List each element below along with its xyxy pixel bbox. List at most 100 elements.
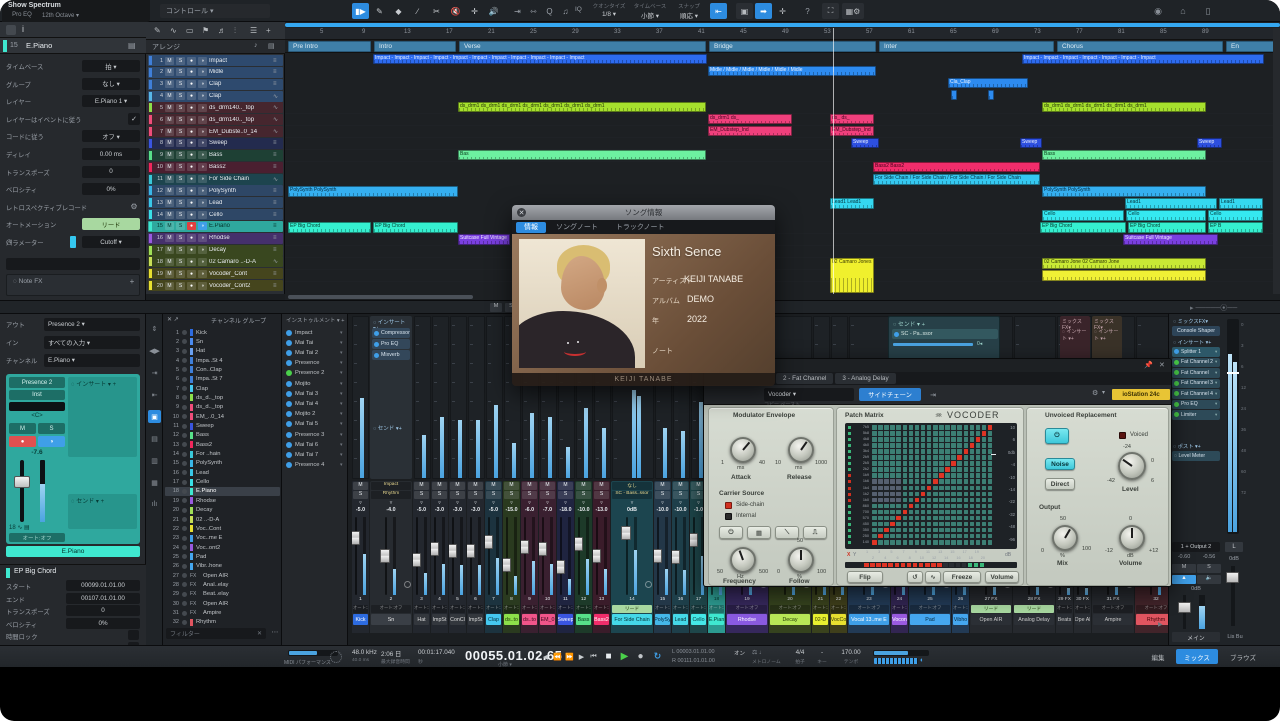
home-icon[interactable]: ⌂ [1175,3,1191,19]
strip-auto-mode[interactable]: オート:オフ [831,605,846,613]
track-row[interactable]: 14MS●◑Cello≡ [148,209,283,220]
channel-list-row[interactable]: 7Clap [165,384,280,393]
strip-pan[interactable]: ▿ [611,500,653,506]
dialog-close-icon[interactable]: ✕ [517,208,526,217]
matrix-cell[interactable] [927,492,932,497]
instrument-power-icon[interactable] [286,370,292,376]
audio-clip[interactable]: Cello [1126,210,1206,221]
matrix-cell[interactable] [884,461,889,466]
record-arm-button[interactable]: ● [187,163,196,171]
strip-auto-mode[interactable]: オート:オフ [432,605,447,613]
matrix-cell[interactable] [878,443,883,448]
plugin-power-icon[interactable] [1174,349,1179,354]
audio-clip[interactable]: EP Big Chord [373,222,458,233]
matrix-cell[interactable] [915,516,920,521]
audio-clip[interactable]: Cla_Clap [948,78,1028,89]
matrix-cell[interactable] [878,425,883,430]
dialog-titlebar[interactable]: ✕ ソング情報 [512,205,775,220]
solo-button[interactable]: S [176,211,185,219]
audio-clip[interactable]: Impact - Impact - Impact - Impact - Impa… [1022,54,1264,65]
channel-list-row[interactable]: 4Impa..St 4 [165,356,280,365]
fader-handle[interactable] [467,544,475,558]
key-value[interactable]: - [815,649,829,657]
matrix-cell[interactable] [878,431,883,436]
matrix-cell[interactable] [872,534,877,539]
strip-pan[interactable]: ▿ [539,500,556,506]
matrix-cell[interactable] [945,492,950,497]
record-arm-button[interactable]: ● [187,92,196,100]
monitor-button[interactable]: ◑ [198,187,207,195]
strip-name-tag[interactable]: Clap [486,614,501,625]
matrix-cell[interactable] [939,486,944,491]
mute-button[interactable]: M [165,222,174,230]
fader-handle[interactable] [503,558,511,572]
event-row-value[interactable]: 00107.01.01.00 [66,593,140,604]
env-noise-button[interactable]: ▦ [747,526,771,539]
clock-icon[interactable]: ◷ [6,238,12,247]
loop-on-label[interactable]: オン [734,649,750,657]
matrix-cell[interactable] [915,528,920,533]
monitor-button[interactable]: ◑ [198,282,207,290]
matrix-cell[interactable] [872,522,877,527]
matrix-cell[interactable] [884,479,889,484]
strip-solo-button[interactable]: S [414,491,429,499]
strip-name-tag[interactable]: Sweep [558,614,573,625]
matrix-cell[interactable] [896,425,901,430]
matrix-cell[interactable] [982,425,987,430]
main-insert-slot[interactable]: Fat Channel 4▾ [1172,389,1220,399]
audio-clip[interactable]: For Side Chain / For Side Chain / For Si… [873,174,1040,185]
matrix-cell[interactable] [921,455,926,460]
track-row[interactable]: 18MS●◑02 Camaro ..-D-A∿ [148,256,283,267]
matrix-cell[interactable] [976,425,981,430]
matrix-cell[interactable] [988,455,993,460]
matrix-cell[interactable] [964,455,969,460]
matrix-cell[interactable] [927,425,932,430]
matrix-cell[interactable] [909,437,914,442]
matrix-cell[interactable] [884,431,889,436]
info-icon[interactable]: i [22,24,28,36]
matrix-cell[interactable] [903,479,908,484]
solo-button[interactable]: S [176,199,185,207]
strip-name-tag[interactable]: Decay [770,614,810,625]
matrix-cell[interactable] [909,504,914,509]
layers-icon[interactable]: ▤ [268,42,278,52]
matrix-cell[interactable] [982,528,987,533]
stop-button[interactable]: ■ [602,650,615,663]
solo-button[interactable]: S [176,282,185,290]
matrix-cell[interactable] [964,431,969,436]
plugin-power-icon[interactable] [1174,402,1179,407]
matrix-cell[interactable] [970,498,975,503]
matrix-cell[interactable] [909,516,914,521]
channel-strip[interactable]: なしSC - Bass..ssor▿0dB14リードFor Side Chain [611,481,653,633]
track-tool-icon[interactable]: ♬ [218,26,228,35]
mix-view-button[interactable]: ミックス [1176,649,1218,664]
matrix-cell[interactable] [915,449,920,454]
record-arm-button[interactable]: ● [187,175,196,183]
matrix-cell[interactable] [884,486,889,491]
solo-button[interactable]: S [176,246,185,254]
fader-handle[interactable] [485,535,493,549]
fader-track[interactable] [488,517,490,595]
tab-song-notes[interactable]: ソングノート [548,222,606,233]
nudge-fwd-button[interactable]: ▶ [576,651,587,663]
tempo-value[interactable]: 170.00 [836,649,866,657]
monitor-button[interactable]: ◑ [198,68,207,76]
matrix-cell[interactable] [970,528,975,533]
matrix-cell[interactable] [982,510,987,515]
matrix-cell[interactable] [872,486,877,491]
mute-button[interactable]: M [165,246,174,254]
plugin-tab[interactable]: 3 - Analog Delay [835,373,895,384]
matrix-cell[interactable] [939,522,944,527]
record-arm-button[interactable]: ● [187,116,196,124]
plugin-tab[interactable]: 2 - Fat Channel [776,373,833,384]
channel-list-row[interactable]: 14For ..hain [165,450,280,459]
matrix-cell[interactable] [890,437,895,442]
matrix-cell[interactable] [982,431,987,436]
matrix-cell[interactable] [896,467,901,472]
cut-tool[interactable]: ✛ [466,3,483,19]
matrix-cell[interactable] [872,431,877,436]
matrix-cell[interactable] [890,522,895,527]
matrix-cell[interactable] [890,504,895,509]
strip-auto-mode[interactable]: オート:オフ [910,605,950,613]
matrix-cell[interactable] [909,443,914,448]
